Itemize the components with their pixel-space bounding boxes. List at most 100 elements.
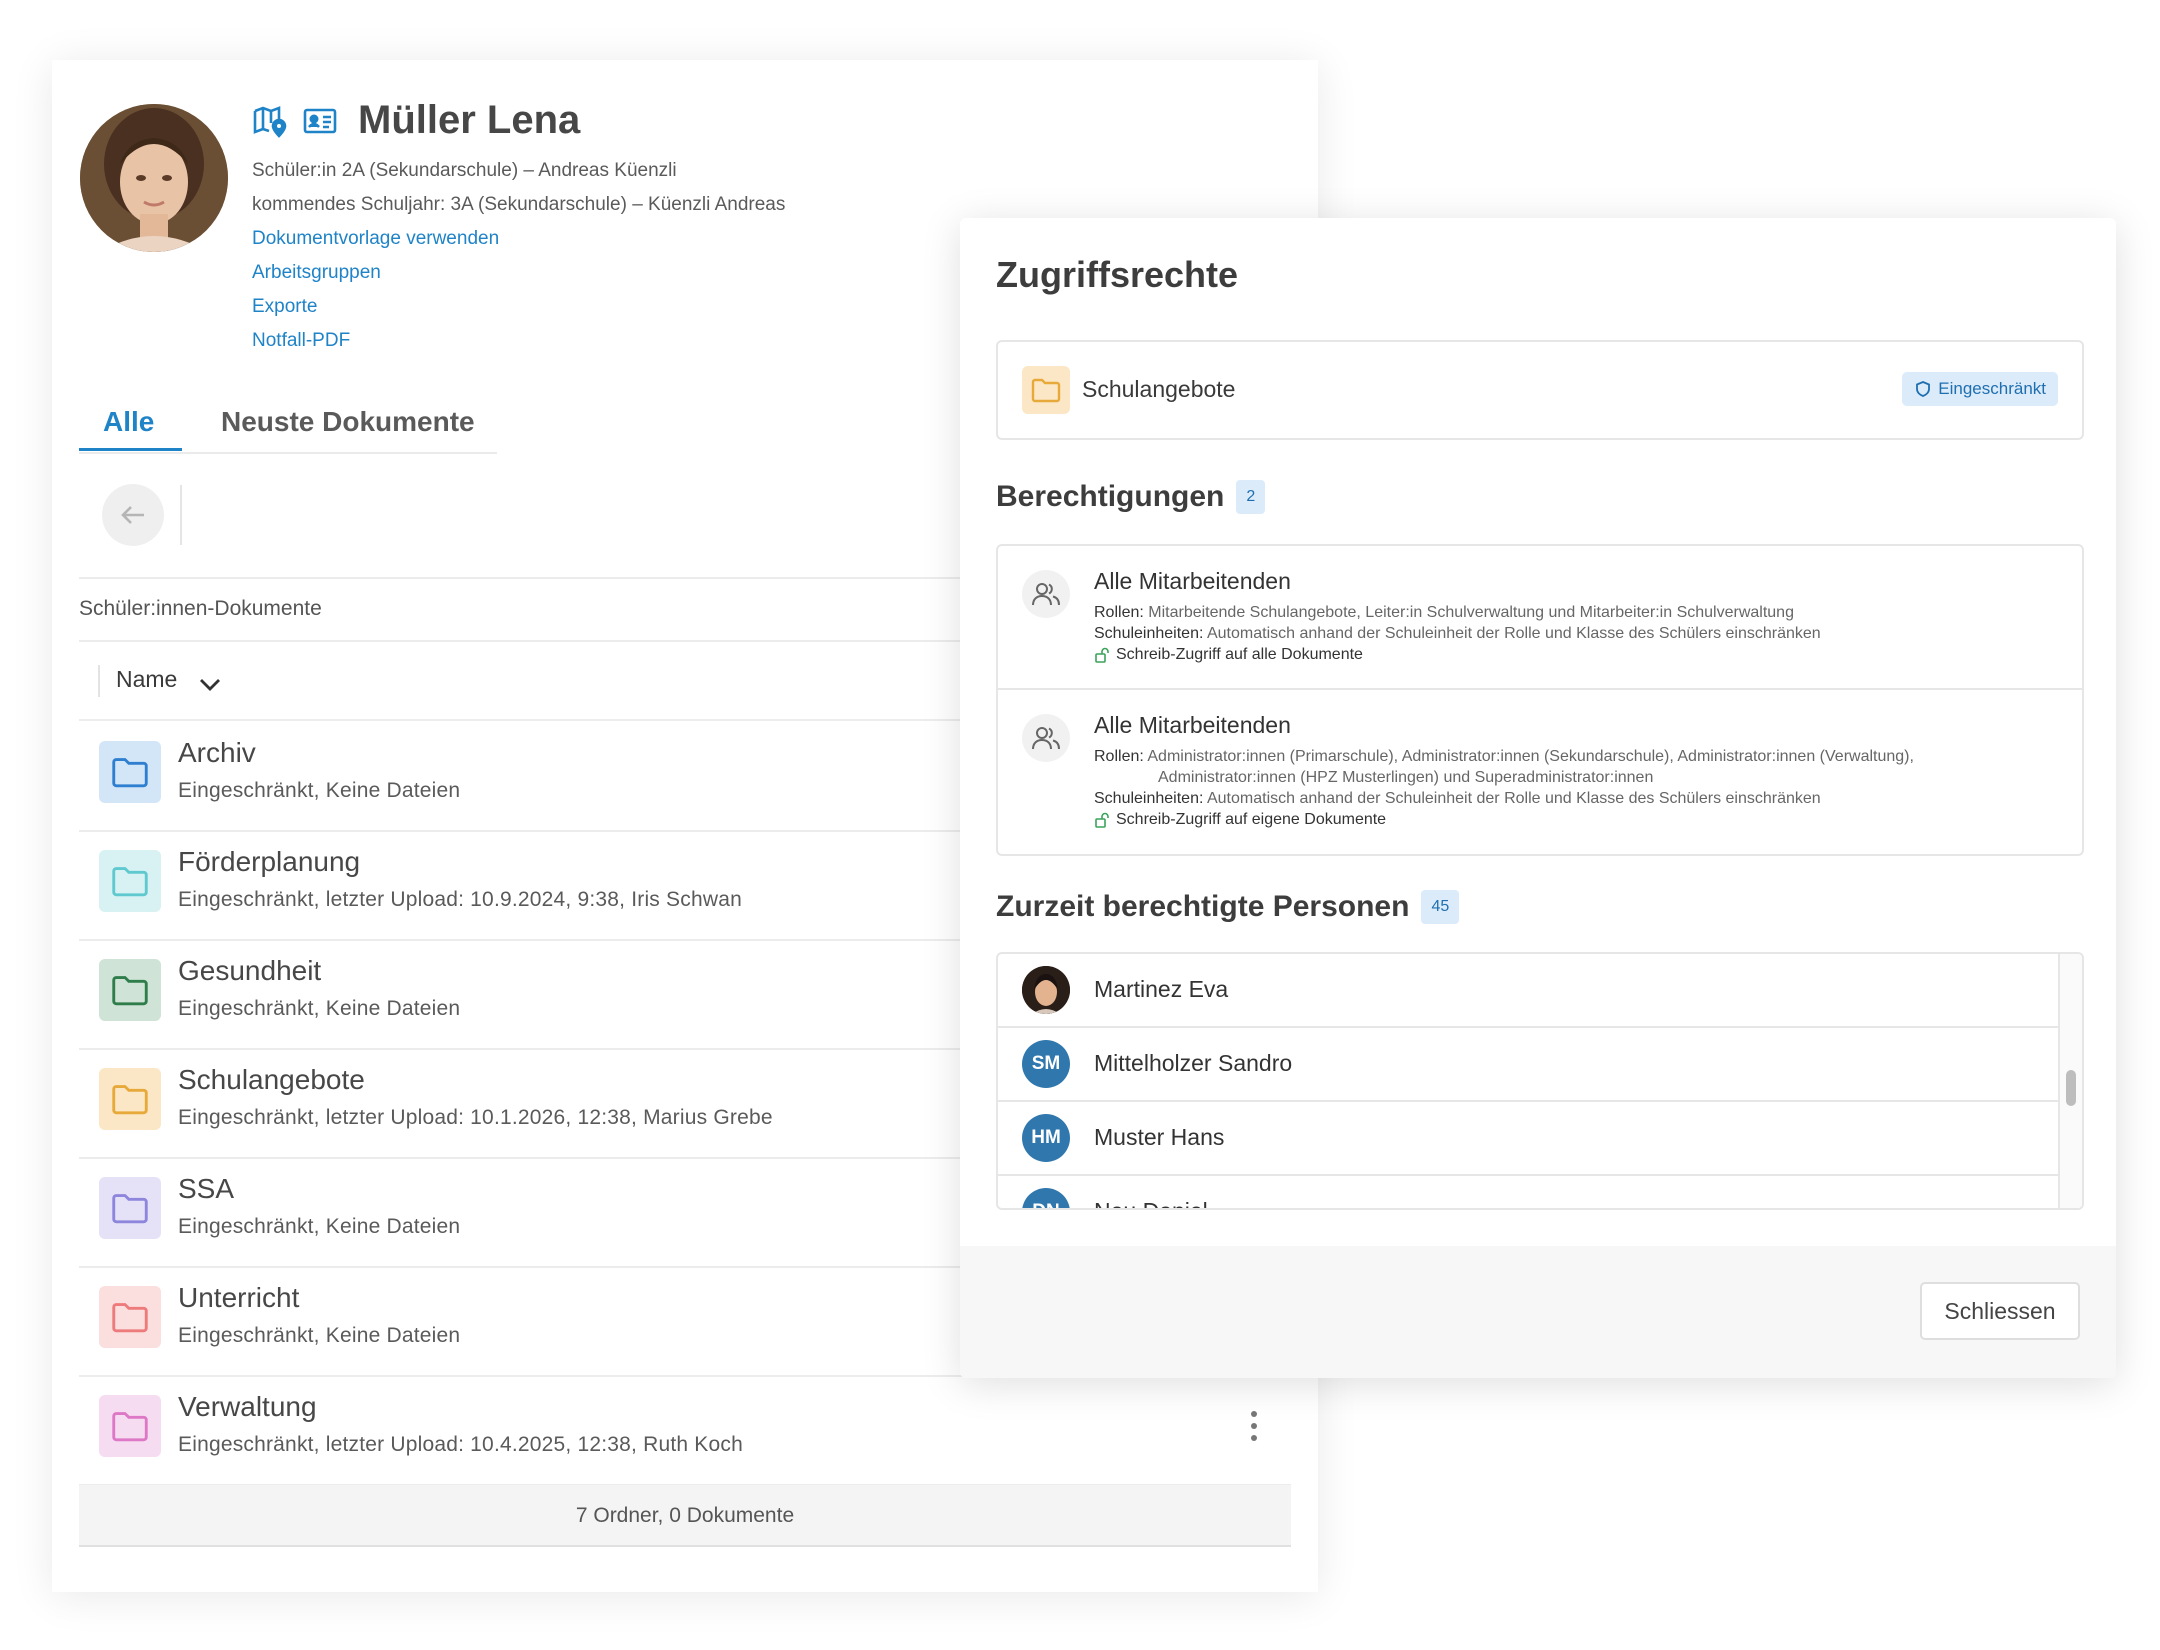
- folder-icon: [1022, 366, 1070, 414]
- next-year-info: kommendes Schuljahr: 3A (Sekundarschule)…: [252, 194, 786, 215]
- folder-icon: [99, 1177, 161, 1239]
- units-label: Schuleinheiten:: [1094, 790, 1204, 807]
- close-button[interactable]: Schliessen: [1920, 1282, 2080, 1340]
- active-tab-indicator: [79, 448, 182, 451]
- map-pin-icon[interactable]: [252, 103, 288, 139]
- folder-meta: Eingeschränkt, letzter Upload: 10.1.2026…: [178, 1106, 773, 1129]
- permissions-title: Berechtigungen: [996, 480, 1225, 513]
- folder-icon: [99, 1286, 161, 1348]
- folder-meta: Eingeschränkt, letzter Upload: 10.9.2024…: [178, 888, 742, 911]
- folder-icon: [99, 1068, 161, 1130]
- permission-units: Schuleinheiten: Automatisch anhand der S…: [1094, 625, 2054, 643]
- avatar: SM: [1022, 1040, 1070, 1088]
- scrollbar[interactable]: [2058, 954, 2082, 1208]
- folder-name: SSA: [178, 1173, 235, 1204]
- dialog-title: Zugriffsrechte: [996, 254, 1239, 295]
- person-name: Mittelholzer Sandro: [1094, 1050, 1293, 1076]
- column-divider: [98, 665, 100, 697]
- list-item: Martinez Eva: [998, 954, 2058, 1028]
- back-button[interactable]: [102, 484, 164, 546]
- tab-all[interactable]: Alle: [103, 406, 154, 438]
- people-heading: Zurzeit berechtigte Personen 45: [996, 890, 1460, 924]
- tab-bar: Alle Neuste Dokumente: [79, 398, 497, 454]
- folder-name: Archiv: [178, 737, 256, 768]
- users-icon: [1022, 570, 1070, 618]
- student-avatar: [80, 104, 228, 252]
- roles-value: Administrator:innen (Primarschule), Admi…: [1147, 748, 1914, 765]
- exports-link[interactable]: Exporte: [252, 296, 317, 318]
- person-name: Neu Daniel: [1094, 1198, 1208, 1208]
- student-title-row: Müller Lena: [252, 98, 580, 143]
- folder-icon: [99, 1395, 161, 1457]
- selected-folder: Schulangebote Eingeschränkt: [996, 340, 2084, 440]
- permission-title: Alle Mitarbeitenden: [1094, 712, 1291, 738]
- list-summary: 7 Ordner, 0 Dokumente: [79, 1485, 1291, 1547]
- roles-value-continued: Administrator:innen (HPZ Musterlingen) u…: [1158, 769, 1654, 786]
- avatar: DN: [1022, 1188, 1070, 1208]
- list-item: SM Mittelholzer Sandro: [998, 1028, 2058, 1102]
- list-item: DN Neu Daniel: [998, 1176, 2058, 1208]
- access-rights-dialog: Zugriffsrechte Schulangebote Eingeschrän…: [960, 218, 2116, 1378]
- users-icon: [1022, 714, 1070, 762]
- permission-access: Schreib-Zugriff auf eigene Dokumente: [1094, 811, 1386, 829]
- folder-name: Unterricht: [178, 1282, 300, 1313]
- permission-access: Schreib-Zugriff auf alle Dokumente: [1094, 646, 1363, 664]
- list-item: HM Muster Hans: [998, 1102, 2058, 1176]
- permissions-list: Alle Mitarbeitenden Rollen: Mitarbeitend…: [996, 544, 2084, 856]
- template-link[interactable]: Dokumentvorlage verwenden: [252, 228, 499, 250]
- chevron-down-icon[interactable]: [196, 670, 224, 698]
- folder-name: Schulangebote: [178, 1064, 365, 1095]
- avatar: [1022, 966, 1070, 1014]
- permission-roles: Rollen: Mitarbeitende Schulangebote, Lei…: [1094, 604, 2054, 622]
- access-label: Schreib-Zugriff auf eigene Dokumente: [1116, 811, 1387, 828]
- units-value: Automatisch anhand der Schuleinheit der …: [1206, 625, 1821, 642]
- folder-meta: Eingeschränkt, Keine Dateien: [178, 1215, 461, 1238]
- restricted-badge: Eingeschränkt: [1902, 372, 2058, 406]
- units-value: Automatisch anhand der Schuleinheit der …: [1206, 790, 1821, 807]
- shield-icon: [1916, 381, 1931, 397]
- dialog-footer: Schliessen: [960, 1246, 2116, 1378]
- sort-name-button[interactable]: Name: [116, 666, 177, 693]
- person-name: Muster Hans: [1094, 1124, 1225, 1150]
- scrollbar-thumb[interactable]: [2066, 1070, 2076, 1106]
- emergency-pdf-link[interactable]: Notfall-PDF: [252, 330, 350, 352]
- roles-value: Mitarbeitende Schulangebote, Leiter:in S…: [1148, 604, 1794, 621]
- permission-roles: Rollen: Administrator:innen (Primarschul…: [1094, 748, 2054, 766]
- workgroups-link[interactable]: Arbeitsgruppen: [252, 262, 381, 284]
- folder-meta: Eingeschränkt, letzter Upload: 10.4.2025…: [178, 1433, 743, 1456]
- folder-meta: Eingeschränkt, Keine Dateien: [178, 779, 461, 802]
- people-list[interactable]: Martinez Eva SM Mittelholzer Sandro HM M…: [996, 952, 2084, 1210]
- units-label: Schuleinheiten:: [1094, 625, 1204, 642]
- roles-label: Rollen:: [1094, 748, 1144, 765]
- folder-meta: Eingeschränkt, Keine Dateien: [178, 1324, 461, 1347]
- folder-name: Verwaltung: [178, 1391, 317, 1422]
- access-label: Schreib-Zugriff auf alle Dokumente: [1116, 646, 1363, 663]
- unlock-icon: [1095, 647, 1109, 663]
- tab-recent-documents[interactable]: Neuste Dokumente: [221, 406, 475, 438]
- folder-icon: [99, 741, 161, 803]
- permissions-count-badge: 2: [1236, 480, 1266, 514]
- permissions-heading: Berechtigungen 2: [996, 480, 1266, 514]
- selected-folder-name: Schulangebote: [1082, 376, 1236, 402]
- people-count-badge: 45: [1421, 890, 1460, 924]
- kebab-icon[interactable]: [1251, 1411, 1257, 1447]
- folder-icon: [99, 959, 161, 1021]
- table-row[interactable]: Verwaltung Eingeschränkt, letzter Upload:…: [79, 1375, 1291, 1486]
- avatar: HM: [1022, 1114, 1070, 1162]
- breadcrumb[interactable]: Schüler:innen-Dokumente: [79, 597, 322, 621]
- class-info: Schüler:in 2A (Sekundarschule) – Andreas…: [252, 160, 677, 181]
- people-title: Zurzeit berechtigte Personen: [996, 890, 1410, 923]
- student-name: Müller Lena: [358, 98, 581, 142]
- folder-icon: [99, 850, 161, 912]
- permission-title: Alle Mitarbeitenden: [1094, 568, 1291, 594]
- toolbar-divider: [180, 485, 182, 545]
- folder-name: Förderplanung: [178, 846, 361, 877]
- restricted-badge-label: Eingeschränkt: [1938, 379, 2046, 398]
- divider: [998, 688, 2082, 690]
- unlock-icon: [1095, 812, 1109, 828]
- id-card-icon[interactable]: [302, 103, 338, 139]
- roles-label: Rollen:: [1094, 604, 1144, 621]
- arrow-left-icon: [121, 506, 144, 524]
- permission-units: Schuleinheiten: Automatisch anhand der S…: [1094, 790, 2054, 808]
- folder-name: Gesundheit: [178, 955, 322, 986]
